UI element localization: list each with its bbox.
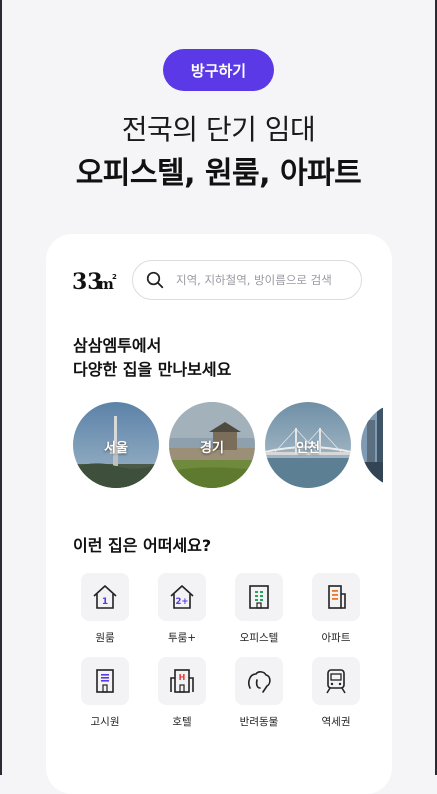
logo[interactable]: 33 m 2: [72, 267, 120, 295]
svg-text:2+: 2+: [175, 597, 188, 607]
type-one-room[interactable]: 1 원룸: [75, 573, 135, 645]
region-incheon[interactable]: 인천: [265, 402, 351, 488]
pet-icon: [248, 671, 271, 693]
house-types-title: 이런 집은 어떠세요?: [73, 536, 212, 555]
type-label: 고시원: [90, 716, 120, 728]
type-two-room[interactable]: 2+ 투룸+: [152, 573, 212, 645]
region-label-incheon: 인천: [296, 441, 320, 456]
region-gyeonggi[interactable]: 경기: [169, 402, 255, 488]
type-apartment[interactable]: 아파트: [306, 573, 366, 645]
search-icon: [146, 271, 164, 289]
type-label: 오피스텔: [239, 632, 279, 644]
type-label: 투룸+: [167, 632, 197, 644]
type-label: 반려동물: [239, 716, 279, 728]
region-seoul[interactable]: 서울: [73, 402, 159, 488]
subway-icon: [326, 669, 346, 694]
find-room-button[interactable]: 방구하기: [163, 49, 274, 91]
type-label: 역세권: [321, 716, 351, 728]
svg-text:2: 2: [112, 273, 117, 281]
officetel-icon: [249, 585, 269, 609]
apartment-icon: [328, 585, 346, 609]
search-input[interactable]: [174, 272, 358, 288]
promo-headline: 삼삼엠투에서 다양한 집을 만나보세요: [73, 334, 231, 382]
svg-text:H: H: [179, 673, 186, 682]
type-label: 호텔: [172, 716, 192, 728]
gosiwon-icon: [96, 669, 114, 693]
hero-title-line2: 오피스텔, 원룸, 아파트: [75, 156, 362, 191]
type-gosiwon[interactable]: 고시원: [75, 657, 135, 729]
region-label-seoul: 서울: [104, 441, 128, 456]
type-hotel[interactable]: H 호텔: [152, 657, 212, 729]
search-bar[interactable]: [132, 260, 362, 300]
city-image: [361, 402, 383, 488]
one-room-icon: 1: [93, 585, 117, 609]
promo-line1: 삼삼엠투에서: [73, 336, 162, 355]
hero-title-line1: 전국의 단기 임대: [121, 113, 316, 146]
two-room-icon: 2+: [170, 585, 194, 609]
region-label-gyeonggi: 경기: [200, 441, 224, 456]
svg-text:1: 1: [102, 597, 108, 607]
type-subway[interactable]: 역세권: [306, 657, 366, 729]
region-next[interactable]: [361, 402, 383, 488]
type-officetel[interactable]: 오피스텔: [229, 573, 289, 645]
hotel-icon: H: [170, 669, 194, 693]
type-label: 원룸: [95, 632, 115, 644]
type-label: 아파트: [321, 632, 351, 644]
region-carousel[interactable]: 서울 경기 인천: [73, 402, 383, 492]
type-pet[interactable]: 반려동물: [229, 657, 289, 729]
promo-line2: 다양한 집을 만나보세요: [73, 360, 232, 379]
main-card: 33 m 2 삼삼엠투에서 다양한 집을 만나보세요: [46, 234, 392, 794]
